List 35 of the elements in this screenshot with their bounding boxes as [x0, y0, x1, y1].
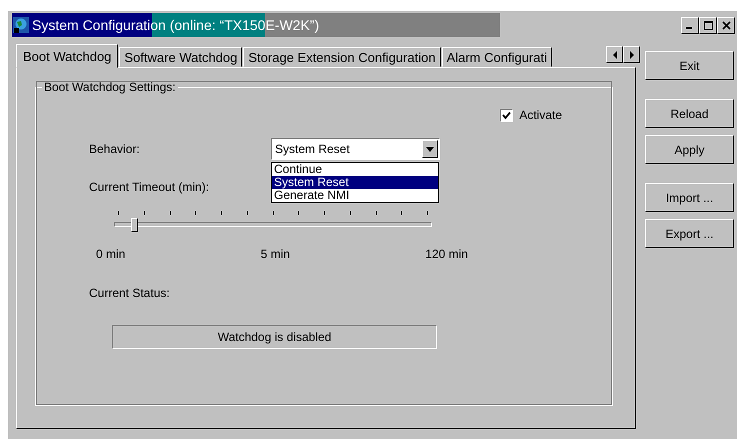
- status-display: Watchdog is disabled: [112, 325, 437, 349]
- globe-icon: [13, 17, 29, 33]
- close-button[interactable]: [717, 16, 735, 34]
- dropdown-option[interactable]: Generate NMI: [272, 189, 438, 202]
- action-button[interactable]: Apply: [645, 135, 734, 164]
- tab[interactable]: Alarm Configurati: [442, 47, 552, 67]
- scale-label: 5 min: [260, 247, 290, 261]
- scroll-left-button[interactable]: [606, 46, 623, 63]
- scroll-right-button[interactable]: [623, 46, 640, 63]
- action-button[interactable]: Import ...: [645, 183, 734, 212]
- right-arrow-icon: [628, 50, 634, 58]
- action-button[interactable]: Reload: [645, 99, 734, 128]
- behavior-label: Behavior:: [89, 141, 141, 156]
- dropdown-option[interactable]: System Reset: [272, 176, 438, 189]
- timeout-label: Current Timeout (min):: [89, 180, 210, 194]
- dropdown-option[interactable]: Continue: [272, 163, 438, 176]
- close-icon: [722, 20, 730, 30]
- maximize-button[interactable]: [699, 16, 717, 34]
- tab[interactable]: Software Watchdog: [119, 47, 242, 67]
- group-title: Boot Watchdog Settings:: [43, 80, 177, 94]
- tab[interactable]: Boot Watchdog: [16, 44, 118, 68]
- activate-checkbox[interactable]: Activate: [500, 108, 562, 122]
- scale-label: 0 min: [96, 247, 126, 261]
- maximize-icon: [704, 20, 712, 30]
- slider-thumb[interactable]: [130, 218, 138, 232]
- status-label: Current Status:: [89, 286, 170, 300]
- minimize-button[interactable]: [681, 16, 699, 34]
- action-button[interactable]: Export ...: [645, 219, 734, 248]
- scale-label: 120 min: [425, 247, 468, 261]
- timeout-slider[interactable]: [114, 211, 432, 233]
- left-arrow-icon: [612, 50, 618, 58]
- behavior-dropdown[interactable]: System Reset: [271, 138, 440, 160]
- tab[interactable]: Storage Extension Configuration: [243, 47, 441, 67]
- checkmark-icon: [502, 110, 512, 120]
- action-button[interactable]: Exit: [645, 51, 734, 80]
